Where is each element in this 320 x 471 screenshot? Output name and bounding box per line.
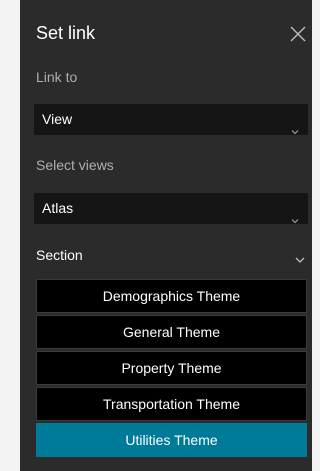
chevron-down-icon bbox=[290, 116, 300, 135]
select-views-label: Select views bbox=[36, 157, 114, 173]
section-item-general[interactable]: General Theme bbox=[36, 315, 307, 349]
select-views-select[interactable]: Atlas bbox=[34, 193, 308, 224]
chevron-down-icon bbox=[290, 205, 300, 224]
section-item-demographics[interactable]: Demographics Theme bbox=[36, 279, 307, 313]
section-list: Demographics Theme General Theme Propert… bbox=[36, 279, 307, 459]
section-item-property[interactable]: Property Theme bbox=[36, 351, 307, 385]
link-to-label: Link to bbox=[36, 69, 78, 85]
section-item-transportation[interactable]: Transportation Theme bbox=[36, 387, 307, 421]
section-toggle[interactable]: Section bbox=[34, 245, 308, 269]
link-to-value: View bbox=[42, 111, 73, 127]
panel-header: Set link bbox=[36, 20, 312, 48]
close-icon[interactable] bbox=[288, 24, 308, 44]
chevron-down-icon bbox=[294, 251, 306, 263]
link-to-select[interactable]: View bbox=[34, 104, 308, 135]
select-views-value: Atlas bbox=[42, 200, 74, 216]
section-item-utilities[interactable]: Utilities Theme bbox=[36, 423, 307, 457]
set-link-panel: Set link Link to View Select views Atlas… bbox=[20, 0, 312, 471]
panel-title: Set link bbox=[36, 23, 96, 43]
section-label: Section bbox=[36, 247, 83, 263]
